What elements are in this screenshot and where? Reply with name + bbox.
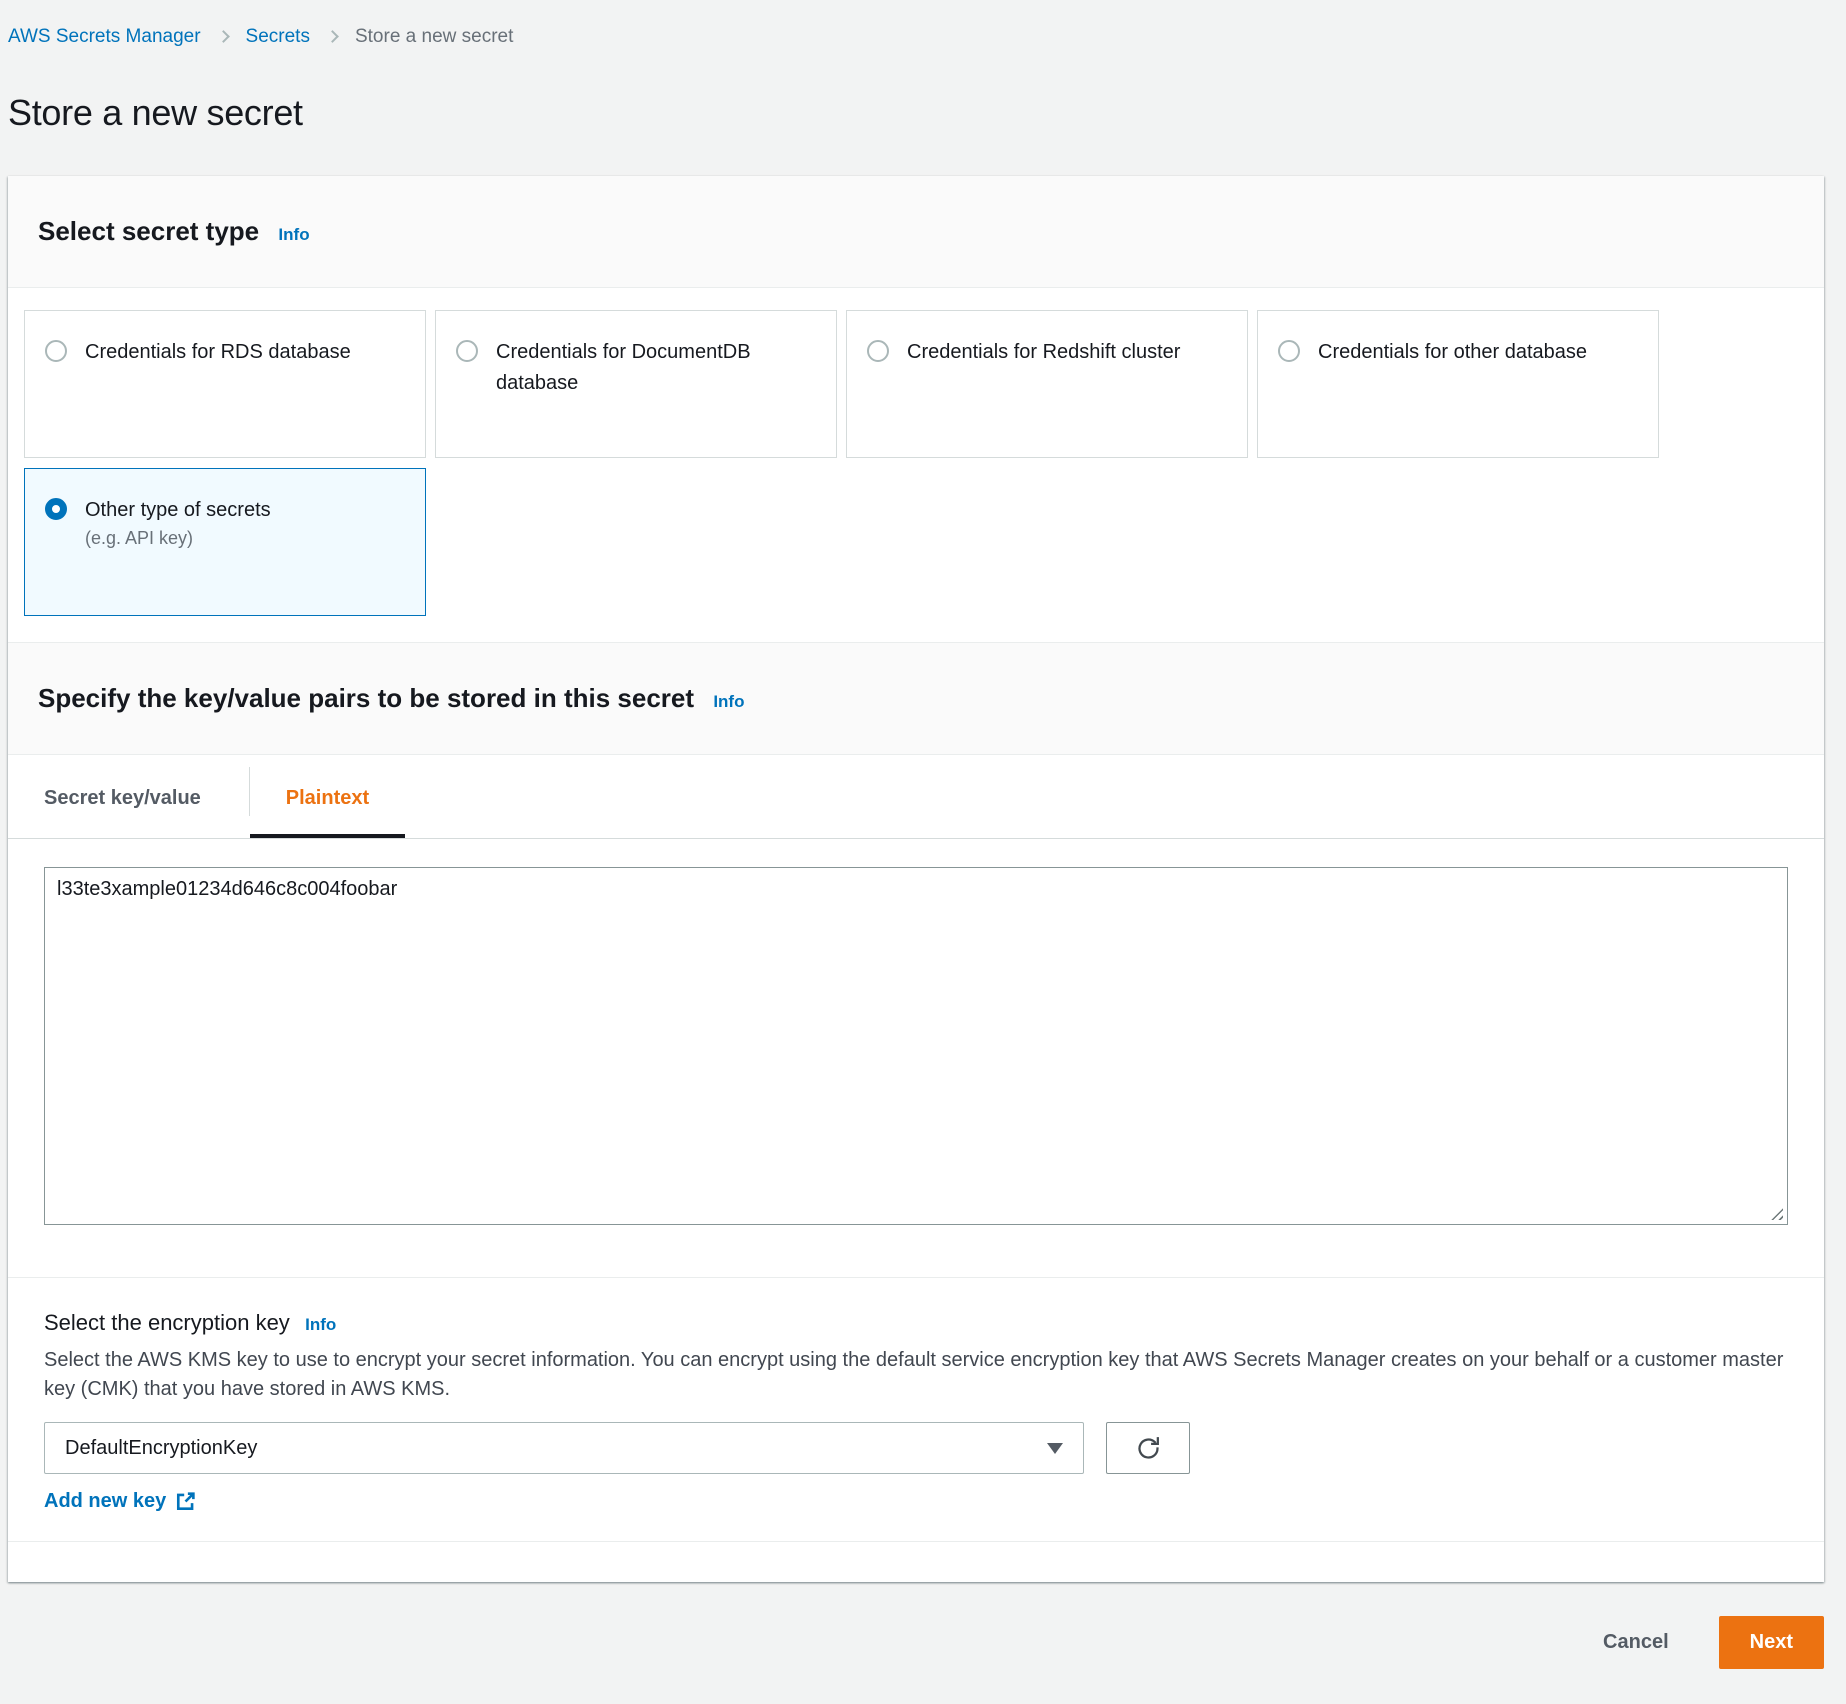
encryption-key-select[interactable]: DefaultEncryptionKey [44,1422,1084,1474]
dropdown-caret-icon [1047,1443,1063,1454]
radio-unselected-icon[interactable] [456,340,478,362]
secret-type-info-link[interactable]: Info [278,225,309,244]
plaintext-editor-area: l33te3xample01234d646c8c004foobar [8,839,1824,1277]
wizard-footer: Cancel Next [0,1582,1846,1703]
encryption-key-title: Select the encryption key [44,1310,290,1335]
tab-secret-keyvalue[interactable]: Secret key/value [44,755,249,838]
plaintext-secret-textarea[interactable]: l33te3xample01234d646c8c004foobar [44,867,1788,1225]
secret-type-title: Select secret type [38,216,259,246]
option-other-type-of-secrets[interactable]: Other type of secrets (e.g. API key) [24,468,426,616]
option-credentials-redshift[interactable]: Credentials for Redshift cluster [846,310,1248,458]
radio-unselected-icon[interactable] [1278,340,1300,362]
refresh-icon [1135,1435,1162,1462]
next-button[interactable]: Next [1719,1616,1824,1669]
editor-tabs: Secret key/value Plaintext [8,755,1824,839]
option-credentials-other-db[interactable]: Credentials for other database [1257,310,1659,458]
chevron-right-icon [217,30,230,43]
option-label: Credentials for Redshift cluster [907,337,1180,368]
option-credentials-rds[interactable]: Credentials for RDS database [24,310,426,458]
option-label: Credentials for other database [1318,337,1587,368]
option-credentials-documentdb[interactable]: Credentials for DocumentDB database [435,310,837,458]
radio-unselected-icon[interactable] [867,340,889,362]
keyvalue-section-header: Specify the key/value pairs to be stored… [8,642,1824,755]
option-label: Credentials for DocumentDB database [496,337,816,399]
add-new-key-label: Add new key [44,1490,166,1513]
option-label: Other type of secrets [85,499,271,521]
encryption-key-description: Select the AWS KMS key to use to encrypt… [44,1346,1788,1404]
keyvalue-title: Specify the key/value pairs to be stored… [38,683,694,713]
option-sublabel: (e.g. API key) [85,528,271,549]
breadcrumb-secrets[interactable]: Secrets [246,26,310,48]
wizard-card: Select secret type Info Credentials for … [8,176,1824,1582]
secret-type-section-header: Select secret type Info [8,176,1824,288]
breadcrumb-secrets-manager[interactable]: AWS Secrets Manager [8,26,201,48]
refresh-keys-button[interactable] [1106,1422,1190,1474]
radio-selected-icon[interactable] [45,498,67,520]
page-title: Store a new secret [8,92,1818,134]
encryption-key-select-value: DefaultEncryptionKey [65,1437,257,1460]
option-label: Credentials for RDS database [85,337,351,368]
page-header: AWS Secrets Manager Secrets Store a new … [0,0,1846,134]
encryption-key-info-link[interactable]: Info [305,1315,336,1334]
add-new-key-link[interactable]: Add new key [44,1490,196,1513]
breadcrumb: AWS Secrets Manager Secrets Store a new … [8,26,1818,48]
chevron-right-icon [326,30,339,43]
secret-type-options: Credentials for RDS database Credentials… [8,288,1824,642]
keyvalue-info-link[interactable]: Info [713,692,744,711]
cancel-button[interactable]: Cancel [1597,1630,1675,1655]
encryption-key-section: Select the encryption key Info Select th… [8,1277,1824,1542]
tab-plaintext[interactable]: Plaintext [250,755,405,838]
external-link-icon [175,1491,196,1512]
radio-unselected-icon[interactable] [45,340,67,362]
breadcrumb-current: Store a new secret [355,26,513,48]
